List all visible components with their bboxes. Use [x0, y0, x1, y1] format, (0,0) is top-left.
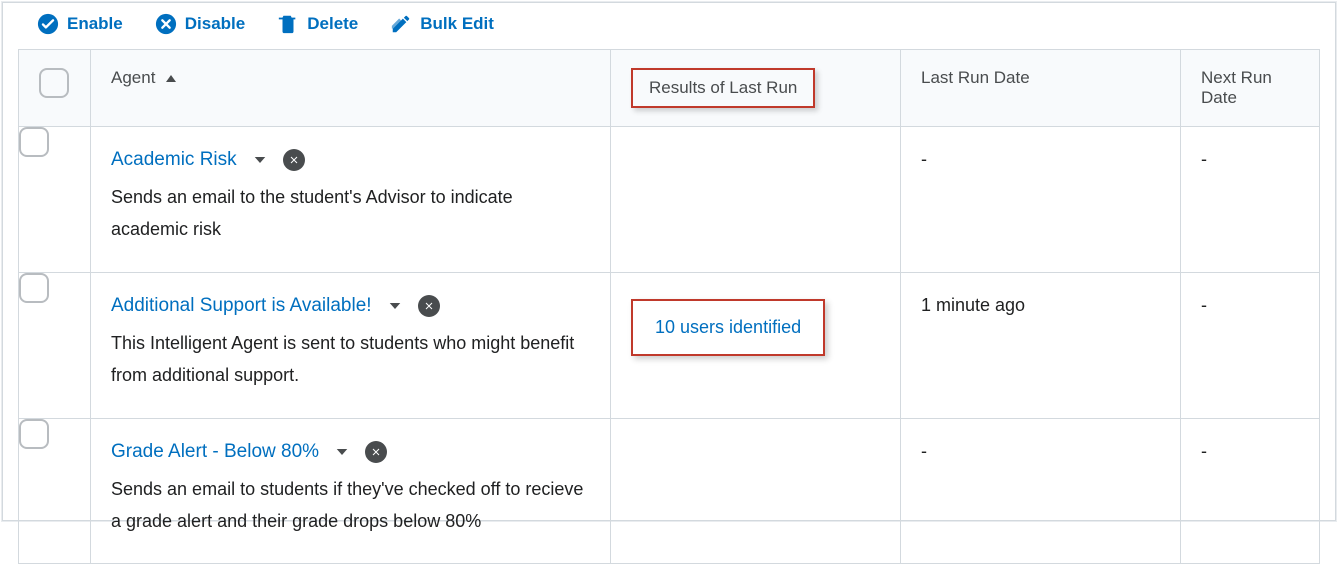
agent-menu-button[interactable]: [386, 297, 404, 315]
agent-name-link[interactable]: Additional Support is Available!: [111, 295, 372, 317]
delete-button[interactable]: Delete: [277, 13, 358, 35]
last-run-cell: -: [901, 418, 1181, 564]
disable-label: Disable: [185, 14, 245, 34]
row-checkbox[interactable]: [19, 127, 49, 157]
results-cell: [611, 418, 901, 564]
bulk-edit-label: Bulk Edit: [420, 14, 494, 34]
bulk-edit-button[interactable]: Bulk Edit: [390, 13, 494, 35]
table-row: Additional Support is Available! This In…: [19, 272, 1320, 418]
results-cell: 10 users identified: [611, 272, 901, 418]
x-circle-icon: [155, 13, 177, 35]
table-row: Academic Risk Sends an email to the stud…: [19, 127, 1320, 273]
chevron-down-icon: [251, 151, 269, 169]
row-checkbox[interactable]: [19, 273, 49, 303]
row-checkbox[interactable]: [19, 419, 49, 449]
results-link[interactable]: 10 users identified: [655, 317, 801, 337]
table-row: Grade Alert - Below 80% Sends an email t…: [19, 418, 1320, 564]
delete-label: Delete: [307, 14, 358, 34]
results-cell: [611, 127, 901, 273]
enable-button[interactable]: Enable: [37, 13, 123, 35]
highlight-box-result: 10 users identified: [631, 299, 825, 356]
trash-icon: [277, 13, 299, 35]
select-all-checkbox[interactable]: [39, 68, 69, 98]
last-run-column-header: Last Run Date: [901, 50, 1181, 127]
last-run-cell: 1 minute ago: [901, 272, 1181, 418]
next-run-column-header: Next Run Date: [1181, 50, 1320, 127]
agent-name-link[interactable]: Academic Risk: [111, 149, 237, 171]
chevron-down-icon: [333, 443, 351, 461]
agent-description: Sends an email to the student's Advisor …: [111, 181, 590, 246]
agents-panel: Enable Disable Delete Bulk Edit Agent: [2, 2, 1336, 521]
agent-description: This Intelligent Agent is sent to studen…: [111, 327, 590, 392]
disabled-status-icon: [365, 441, 387, 463]
next-run-cell: -: [1181, 127, 1320, 273]
results-header-label: Results of Last Run: [649, 78, 797, 97]
agent-column-header[interactable]: Agent: [91, 50, 611, 127]
chevron-down-icon: [386, 297, 404, 315]
last-run-header-label: Last Run Date: [921, 68, 1030, 87]
agent-menu-button[interactable]: [333, 443, 351, 461]
next-run-cell: -: [1181, 272, 1320, 418]
check-circle-icon: [37, 13, 59, 35]
next-run-cell: -: [1181, 418, 1320, 564]
agent-name-link[interactable]: Grade Alert - Below 80%: [111, 441, 319, 463]
disabled-status-icon: [283, 149, 305, 171]
select-all-header: [19, 50, 91, 127]
results-column-header: Results of Last Run: [611, 50, 901, 127]
agent-menu-button[interactable]: [251, 151, 269, 169]
next-run-header-label: Next Run Date: [1201, 68, 1272, 107]
enable-label: Enable: [67, 14, 123, 34]
toolbar: Enable Disable Delete Bulk Edit: [3, 3, 1335, 49]
highlight-box-header: Results of Last Run: [631, 68, 815, 108]
last-run-cell: -: [901, 127, 1181, 273]
sort-asc-icon: [166, 75, 176, 82]
agent-description: Sends an email to students if they've ch…: [111, 473, 590, 538]
disabled-status-icon: [418, 295, 440, 317]
disable-button[interactable]: Disable: [155, 13, 245, 35]
agents-table: Agent Results of Last Run Last Run Date …: [18, 49, 1320, 564]
agent-header-label: Agent: [111, 68, 155, 87]
bulk-edit-icon: [390, 13, 412, 35]
